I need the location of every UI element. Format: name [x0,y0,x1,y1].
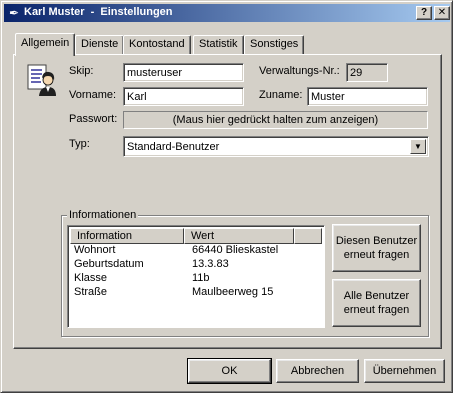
tab-allgemein[interactable]: Allgemein [15,33,76,56]
apply-button[interactable]: Übernehmen [364,359,445,383]
listview-rows: Wohnort 66440 Blieskastel Geburtsdatum 1… [74,244,312,300]
info-group-title: Informationen [67,209,139,221]
typ-select-value: Standard-Benutzer [127,141,220,153]
column-header-wert[interactable]: Wert [184,228,294,244]
settings-window: ✒ Karl Muster - Einstellungen ? ✕ Allgem… [0,0,453,393]
close-button[interactable]: ✕ [434,6,450,20]
info-key: Geburtsdatum [74,258,144,270]
info-value: 13.3.83 [192,258,229,270]
list-item[interactable]: Straße Maulbeerweg 15 [74,286,312,300]
list-item[interactable]: Geburtsdatum 13.3.83 [74,258,312,272]
quill-pen-icon: ✒ [8,6,20,20]
info-value: 66440 Blieskastel [192,244,279,256]
zuname-field[interactable]: Muster [307,87,428,106]
ask-all-users-again-button[interactable]: Alle Benutzer erneut fragen [332,279,421,327]
verwaltungs-nr-field: 29 [346,63,388,82]
skip-field[interactable]: musteruser [123,63,244,82]
skip-label: Skip: [69,65,94,77]
vorname-label: Vorname: [69,89,117,101]
zuname-label: Zuname: [259,89,303,101]
passwort-label: Passwort: [69,113,118,125]
help-button[interactable]: ? [416,6,432,20]
cancel-button[interactable]: Abbrechen [276,359,359,383]
column-header-information[interactable]: Information [70,228,184,244]
info-listview[interactable]: Information Wert Wohnort 66440 Blieskast… [67,225,325,328]
info-key: Wohnort [74,244,116,256]
column-header-filler [294,228,322,244]
window-title: Karl Muster - Einstellungen [24,6,173,18]
typ-select[interactable]: Standard-Benutzer ▼ [123,136,429,157]
tab-kontostand[interactable]: Kontostand [123,35,191,54]
tab-sonstiges[interactable]: Sonstiges [244,35,305,54]
tab-statistik[interactable]: Statistik [193,35,244,54]
ask-this-user-again-button[interactable]: Diesen Benutzer erneut fragen [332,224,421,272]
list-item[interactable]: Wohnort 66440 Blieskastel [74,244,312,258]
list-item[interactable]: Klasse 11b [74,272,312,286]
title-bar[interactable]: ✒ Karl Muster - Einstellungen ? ✕ [4,4,450,22]
info-key: Klasse [74,272,108,284]
tab-dienste[interactable]: Dienste [75,35,125,54]
listview-header: Information Wert [70,228,322,244]
info-value: 11b [192,272,210,284]
chevron-down-icon[interactable]: ▼ [410,139,426,154]
info-value: Maulbeerweg 15 [192,286,274,298]
vorname-field[interactable]: Karl [123,87,244,106]
info-key: Straße [74,286,108,298]
typ-label: Typ: [69,138,90,150]
password-reveal-field[interactable]: (Maus hier gedrückt halten zum anzeigen) [123,111,428,129]
user-card-icon [27,64,56,96]
ok-button[interactable]: OK [187,358,272,384]
verwaltungs-nr-label: Verwaltungs-Nr.: [259,65,340,77]
